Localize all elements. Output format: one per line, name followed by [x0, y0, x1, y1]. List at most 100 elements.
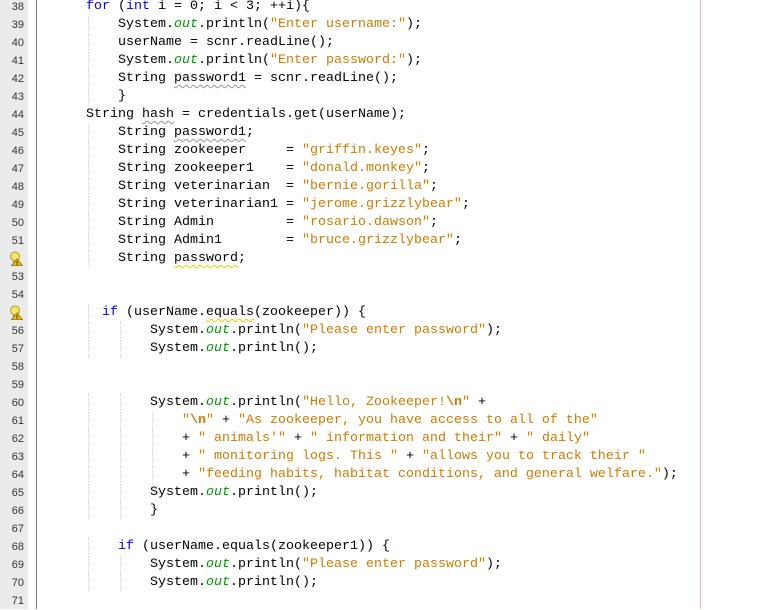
line-number: 71	[11, 595, 24, 607]
code-content: System.out.println("Enter username:");	[118, 16, 422, 34]
unused-variable: password1	[174, 125, 246, 140]
code-content: for (int i = 0; i < 3; ++i){	[86, 0, 310, 16]
indent-guide	[88, 52, 89, 70]
static-field: out	[174, 53, 198, 68]
code-text: .println();	[230, 575, 318, 590]
static-field: out	[206, 323, 230, 338]
code-text: +	[214, 413, 238, 428]
code-line[interactable]: 38 for (int i = 0; i < 3; ++i){	[0, 0, 759, 16]
code-text: = scnr.readLine();	[245, 71, 398, 86]
code-text: String	[118, 71, 174, 86]
indent-guide	[88, 448, 89, 466]
code-text: String zookeeper1 =	[118, 161, 302, 176]
code-content: String hash = credentials.get(userName);	[86, 106, 406, 124]
code-line[interactable]: if (userName.equals(zookeeper)) {	[0, 304, 759, 322]
code-text: .println(	[230, 395, 302, 410]
indent-guide	[88, 538, 89, 556]
code-line[interactable]: 43}	[0, 88, 759, 106]
code-line[interactable]: 47 String zookeeper1 = "donald.monkey";	[0, 160, 759, 178]
line-number: 64	[11, 469, 24, 481]
indent-guide	[88, 70, 89, 88]
code-line[interactable]: 40 userName = scnr.readLine();	[0, 34, 759, 52]
line-number: 68	[11, 541, 24, 553]
code-line[interactable]: 69 System.out.println("Please enter passw…	[0, 556, 759, 574]
code-content: userName = scnr.readLine();	[118, 34, 334, 52]
code-line[interactable]: 57 System.out.println();	[0, 340, 759, 358]
code-editor[interactable]: 38 for (int i = 0; i < 3; ++i){39 System.o…	[0, 0, 759, 610]
code-line[interactable]: 71	[0, 592, 759, 610]
code-line[interactable]: 65 System.out.println();	[0, 484, 759, 502]
code-content: String Admin1 = "bruce.grizzlybear";	[118, 232, 462, 250]
indent-guide	[88, 484, 89, 502]
warning-lightbulb-icon[interactable]	[9, 305, 23, 320]
string-literal: "Enter username:"	[269, 17, 406, 32]
string-literal: "	[461, 395, 470, 410]
code-text: System.	[150, 557, 206, 572]
code-line[interactable]: 53	[0, 268, 759, 286]
code-line[interactable]: 59	[0, 376, 759, 394]
static-field: out	[206, 485, 230, 500]
code-text: (userName.	[118, 305, 206, 320]
line-number: 41	[11, 55, 24, 67]
code-content: String zookeeper1 = "donald.monkey";	[118, 160, 430, 178]
code-line[interactable]: 46 String zookeeper = "griffin.keyes";	[0, 142, 759, 160]
code-line[interactable]: 50 String Admin = "rosario.dawson";	[0, 214, 759, 232]
code-line[interactable]: 45 String password1;	[0, 124, 759, 142]
string-literal: "griffin.keyes"	[301, 143, 422, 158]
indent-guide	[88, 430, 89, 448]
code-text: ;	[421, 161, 430, 176]
code-content: + " monitoring logs. This " + "allows yo…	[182, 448, 646, 466]
warning-lightbulb-icon[interactable]	[9, 251, 23, 266]
code-line[interactable]: 56 System.out.println("Please enter passw…	[0, 322, 759, 340]
code-line[interactable]: 63 + " monitoring logs. This " + "allows …	[0, 448, 759, 466]
code-text: +	[182, 431, 198, 446]
string-literal: "bernie.gorilla"	[301, 179, 430, 194]
line-number: 70	[11, 577, 24, 589]
code-text: userName = scnr.readLine();	[118, 35, 334, 50]
code-line[interactable]: 62 + " animals'" + " information and thei…	[0, 430, 759, 448]
code-text: System.	[118, 17, 174, 32]
line-number: 43	[11, 91, 24, 103]
code-line[interactable]: 58	[0, 358, 759, 376]
code-text: ;	[421, 143, 430, 158]
indent-guide	[120, 466, 121, 484]
code-text: (zookeeper)) {	[253, 305, 366, 320]
code-line[interactable]: 42 String password1 = scnr.readLine();	[0, 70, 759, 88]
code-text: );	[661, 467, 678, 482]
code-line[interactable]: 60 System.out.println("Hello, Zookeeper!\…	[0, 394, 759, 412]
code-content: }	[118, 88, 126, 106]
code-line[interactable]: 66}	[0, 502, 759, 520]
code-line[interactable]: 54	[0, 286, 759, 304]
code-text: +	[501, 431, 526, 446]
code-text: System.	[150, 323, 206, 338]
indent-guide	[120, 412, 121, 430]
code-text: System.	[118, 53, 174, 68]
code-line[interactable]: 64 + "feeding habits, habitat conditions,…	[0, 466, 759, 484]
warning-token: equals	[205, 305, 254, 320]
code-line[interactable]: 51 String Admin1 = "bruce.grizzlybear";	[0, 232, 759, 250]
code-text: System.	[150, 395, 206, 410]
code-line[interactable]: 41 System.out.println("Enter password:");	[0, 52, 759, 70]
indent-guide	[88, 502, 89, 520]
line-number: 46	[11, 145, 24, 157]
code-line[interactable]: 68 if (userName.equals(zookeeper1)) {	[0, 538, 759, 556]
indent-guide	[88, 574, 89, 592]
indent-guide	[88, 16, 89, 34]
indent-guide	[88, 142, 89, 160]
code-line[interactable]: 48 String veterinarian = "bernie.gorilla"…	[0, 178, 759, 196]
code-line[interactable]: 67	[0, 520, 759, 538]
code-text: .println(	[198, 53, 270, 68]
line-number: 56	[11, 325, 24, 337]
indent-guide	[152, 466, 153, 484]
code-text: }	[150, 503, 158, 518]
code-line[interactable]: String password;	[0, 250, 759, 268]
code-line[interactable]: 49 String veterinarian1 = "jerome.grizzly…	[0, 196, 759, 214]
code-content: String veterinarian1 = "jerome.grizzlybe…	[118, 196, 470, 214]
code-line[interactable]: 70 System.out.println();	[0, 574, 759, 592]
code-line[interactable]: 61 "\n" + "As zookeeper, you have access …	[0, 412, 759, 430]
code-line[interactable]: 44 String hash = credentials.get(userName…	[0, 106, 759, 124]
line-number: 51	[11, 235, 24, 247]
indent-guide	[120, 430, 121, 448]
code-text: (userName.equals(zookeeper1)) {	[134, 539, 390, 554]
code-line[interactable]: 39 System.out.println("Enter username:");	[0, 16, 759, 34]
